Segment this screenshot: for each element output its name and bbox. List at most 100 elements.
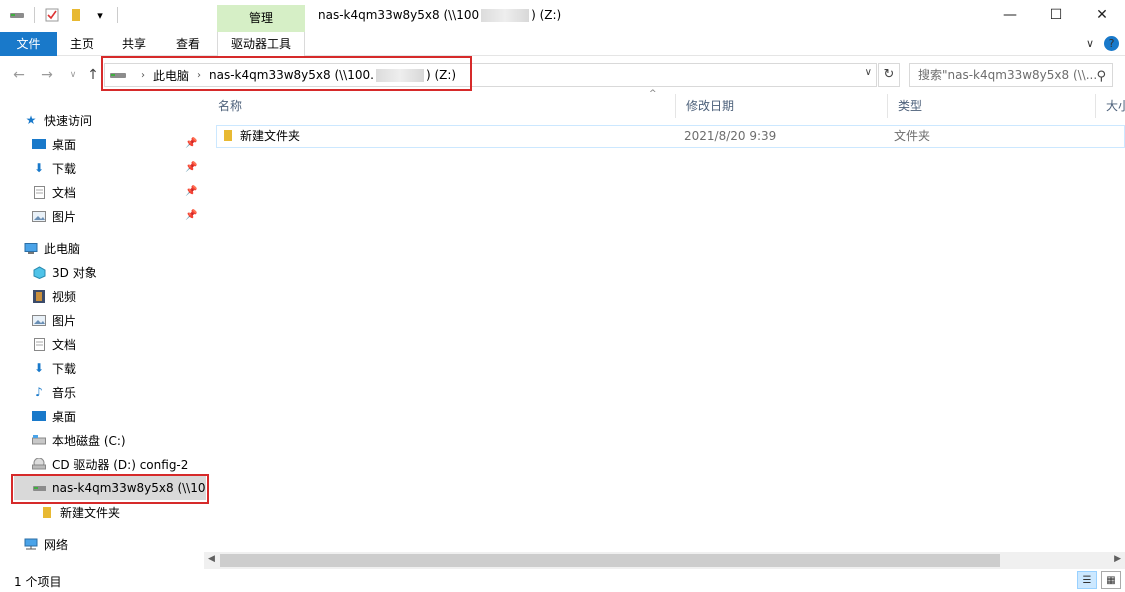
breadcrumb-nas-prefix: nas-k4qm33w8y5x8 (\\100. (209, 68, 374, 82)
new-folder-icon[interactable] (67, 6, 85, 24)
sidebar-item-label: 本地磁盘 (C:) (52, 433, 126, 448)
sidebar-item-label: 桌面 (52, 409, 77, 424)
sidebar-item-pc-desktop[interactable]: 桌面 (32, 405, 76, 427)
sidebar-item-desktop[interactable]: 桌面 (32, 133, 76, 155)
sidebar-item-label: 文档 (52, 185, 77, 200)
tab-drive-tools[interactable]: 驱动器工具 (217, 32, 305, 56)
sidebar-item-new-folder[interactable]: 新建文件夹 (40, 501, 120, 523)
sidebar-item-local-disk[interactable]: 本地磁盘 (C:) (32, 429, 126, 451)
window-title-suffix: ) (Z:) (531, 8, 562, 22)
properties-icon[interactable] (43, 6, 61, 24)
recent-locations-icon[interactable]: ∨ (64, 66, 82, 84)
desktop-icon (32, 137, 46, 151)
scrollbar-thumb[interactable] (220, 554, 1000, 567)
window-title: nas-k4qm33w8y5x8 (\\100) (Z:) (318, 8, 561, 22)
table-row[interactable]: 新建文件夹 2021/8/20 9:39 文件夹 (216, 125, 1125, 148)
tab-view[interactable]: 查看 (162, 32, 214, 56)
scroll-right-icon[interactable]: ▶ (1114, 554, 1121, 564)
pin-icon[interactable]: 📌 (185, 138, 197, 149)
folder-icon (223, 127, 233, 148)
large-icons-view-icon[interactable]: ▦ (1101, 571, 1121, 589)
sidebar-item-quick-access[interactable]: ★ 快速访问 (24, 109, 92, 131)
breadcrumb-nas-drive[interactable]: nas-k4qm33w8y5x8 (\\100.) (Z:) (209, 68, 456, 82)
chevron-right-icon[interactable]: › (197, 70, 201, 81)
column-header-size[interactable]: 大小 (1096, 94, 1125, 118)
hard-disk-icon (32, 433, 46, 447)
navigation-bar: ← → ∨ ↑ › 此电脑 › nas-k4qm33w8y5x8 (\\100.… (0, 60, 1125, 90)
sidebar-item-nas-drive[interactable]: nas-k4qm33w8y5x8 (\\10 (32, 477, 205, 499)
customize-toolbar-icon[interactable]: ▾ (91, 6, 109, 24)
sidebar-item-label: 图片 (52, 209, 77, 224)
sidebar-item-label: 网络 (44, 537, 69, 552)
forward-arrow-icon[interactable]: → (38, 66, 56, 84)
redacted-ip (481, 9, 530, 22)
help-icon[interactable]: ? (1104, 36, 1119, 51)
sidebar-item-pc-documents[interactable]: 文档 (32, 333, 76, 355)
column-headers: ^ 名称 修改日期 类型 大小 (208, 89, 1125, 118)
pin-icon[interactable]: 📌 (185, 186, 197, 197)
sidebar-item-this-pc[interactable]: 此电脑 (24, 237, 80, 259)
breadcrumb-this-pc[interactable]: 此电脑 (153, 67, 189, 84)
column-header-name[interactable]: 名称 (208, 94, 676, 118)
sidebar-item-cd-drive[interactable]: CD 驱动器 (D:) config-2 (32, 453, 188, 475)
sidebar-item-downloads[interactable]: ⬇ 下载 (32, 157, 76, 179)
sidebar-item-label: 3D 对象 (52, 265, 97, 280)
folder-icon (40, 505, 54, 519)
redacted-ip (375, 69, 424, 82)
sidebar-item-pc-downloads[interactable]: ⬇ 下载 (32, 357, 76, 379)
network-drive-icon (32, 481, 46, 495)
column-header-modified[interactable]: 修改日期 (676, 94, 888, 118)
address-dropdown-icon[interactable]: ∨ (865, 67, 872, 78)
tab-file[interactable]: 文件 (0, 32, 57, 56)
sidebar-item-label: 新建文件夹 (60, 505, 121, 520)
expand-ribbon-icon[interactable]: ∨ (1086, 37, 1094, 50)
scroll-left-icon[interactable]: ◀ (208, 554, 215, 564)
cube-icon (32, 265, 46, 279)
item-count: 1 个项目 (14, 575, 62, 589)
details-view-icon[interactable]: ☰ (1077, 571, 1097, 589)
up-arrow-icon[interactable]: ↑ (84, 66, 102, 84)
desktop-icon (32, 409, 46, 423)
pin-icon[interactable]: 📌 (185, 210, 197, 221)
file-modified: 2021/8/20 9:39 (684, 129, 777, 143)
maximize-button[interactable]: ☐ (1033, 0, 1079, 30)
network-drive-icon (8, 6, 26, 24)
sidebar-item-label: 快速访问 (44, 113, 93, 128)
network-icon (24, 537, 38, 551)
ribbon-tabs: 文件 主页 共享 查看 驱动器工具 ∨ ? (0, 32, 1125, 56)
close-button[interactable]: ✕ (1079, 0, 1125, 30)
sidebar-item-label: 下载 (52, 361, 77, 376)
sidebar-item-documents[interactable]: 文档 (32, 181, 76, 203)
sidebar-item-label: 音乐 (52, 385, 77, 400)
column-header-type[interactable]: 类型 (888, 94, 1096, 118)
sidebar-item-videos[interactable]: 视频 (32, 285, 76, 307)
sidebar-item-pictures[interactable]: 图片 (32, 205, 76, 227)
document-icon (32, 337, 46, 351)
quick-access-toolbar: ▾ (8, 6, 120, 24)
status-bar: 1 个项目 ☰ ▦ (0, 569, 1125, 592)
minimize-button[interactable]: — (987, 0, 1033, 30)
sidebar-item-label: 桌面 (52, 137, 77, 152)
sidebar-item-network[interactable]: 网络 (24, 533, 68, 555)
sidebar-item-label: nas-k4qm33w8y5x8 (\\10 (52, 481, 206, 495)
sidebar-item-pc-pictures[interactable]: 图片 (32, 309, 76, 331)
chevron-right-icon[interactable]: › (141, 70, 145, 81)
search-icon: ⚲ (1096, 69, 1106, 84)
search-input[interactable]: 搜索"nas-k4qm33w8y5x8 (\\... ⚲ (909, 63, 1113, 87)
network-drive-icon (110, 73, 126, 78)
pin-icon[interactable]: 📌 (185, 162, 197, 173)
video-icon (32, 289, 46, 303)
tab-home[interactable]: 主页 (57, 32, 107, 56)
document-icon (32, 185, 46, 199)
address-bar[interactable]: › 此电脑 › nas-k4qm33w8y5x8 (\\100.) (Z:) ∨ (104, 63, 877, 87)
star-icon: ★ (25, 113, 37, 127)
refresh-button[interactable]: ↻ (878, 63, 900, 87)
horizontal-scrollbar[interactable]: ◀ ▶ (204, 552, 1125, 569)
sidebar-item-label: CD 驱动器 (D:) config-2 (52, 457, 189, 472)
file-name: 新建文件夹 (240, 129, 301, 143)
back-arrow-icon[interactable]: ← (10, 66, 28, 84)
toolbar-separator (34, 7, 35, 23)
sidebar-item-music[interactable]: ♪ 音乐 (32, 381, 76, 403)
tab-share[interactable]: 共享 (109, 32, 159, 56)
sidebar-item-3d-objects[interactable]: 3D 对象 (32, 261, 97, 283)
